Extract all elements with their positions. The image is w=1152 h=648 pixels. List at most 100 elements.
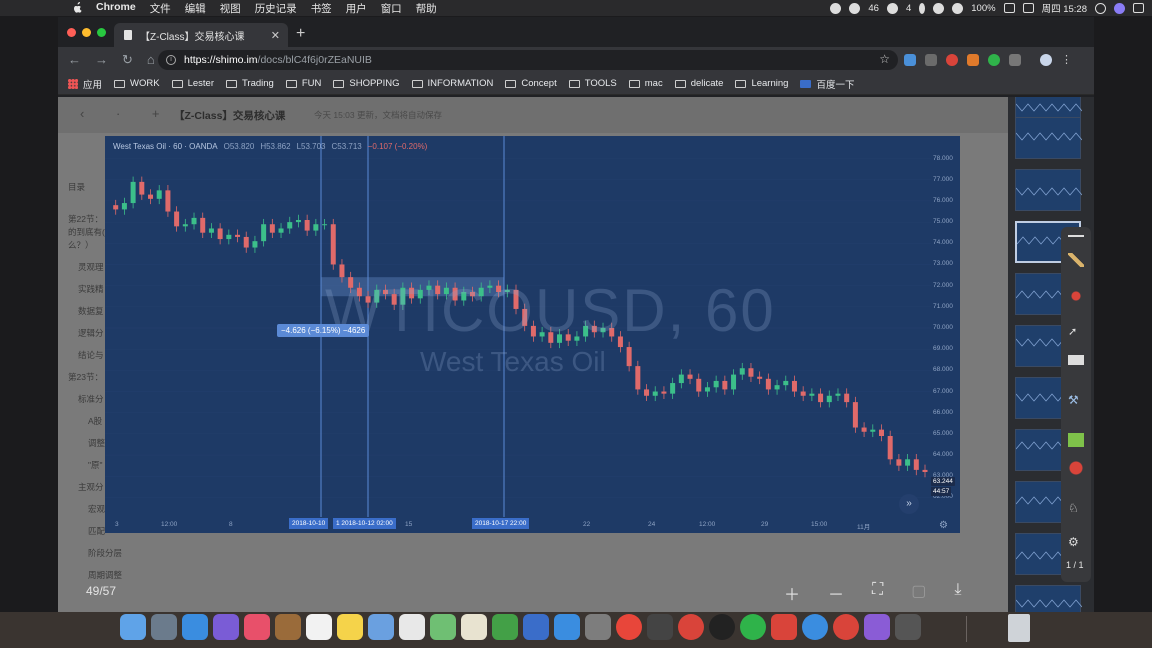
menu-window[interactable]: 窗口 [381,1,402,16]
close-window-button[interactable] [67,28,76,37]
trash-icon[interactable] [1008,614,1030,642]
price-chart[interactable]: WTICOUSD, 60 West Texas Oil West Texas O… [105,136,960,533]
chart-symbol[interactable]: West Texas Oil · 60 · OANDA [113,142,218,151]
bookmark-shopping[interactable]: SHOPPING [333,78,400,89]
netease-music-icon[interactable] [833,614,859,640]
menu-file[interactable]: 文件 [150,1,171,16]
slide-thumbnail[interactable] [1015,169,1082,211]
app-store-icon[interactable] [554,614,580,640]
outline-item[interactable]: 调整 [88,437,105,449]
forward-icon[interactable]: → [95,52,108,68]
notebook-icon[interactable] [306,614,332,640]
messages-icon[interactable] [399,614,425,640]
collapse-icon[interactable] [1068,235,1084,237]
extension-office-icon[interactable] [967,54,979,66]
spotlight-icon[interactable] [1095,2,1106,14]
battery-icon[interactable] [1003,3,1015,13]
wifi-icon[interactable] [933,2,945,14]
notification-center-icon[interactable] [1133,3,1144,13]
keynote-icon[interactable] [523,614,549,640]
outline-item[interactable]: 么？） [68,239,94,251]
status-icon[interactable] [849,2,861,14]
extension-translate-icon[interactable] [904,54,916,66]
menu-dots-icon[interactable]: ⋮ [1061,54,1072,66]
bookmark-lester[interactable]: Lester [171,78,214,89]
infuse-icon[interactable] [864,614,890,640]
hammer-icon[interactable]: ⚒ [1068,393,1084,407]
qq-icon[interactable] [709,614,735,640]
settings-icon[interactable]: ⚙ [1068,535,1084,549]
red-app-icon[interactable] [678,614,704,640]
slide-thumbnail[interactable] [1015,585,1082,612]
record-icon[interactable] [830,2,842,14]
reload-icon[interactable]: ↻ [122,52,133,68]
numbers-icon[interactable] [492,614,518,640]
quill-icon[interactable] [647,614,673,640]
outline-item[interactable]: 主观分 [78,481,104,493]
menu-people[interactable]: 用户 [346,1,367,16]
address-bar[interactable]: i https://shimo.im/docs/blC4f6j0rZEaNUIB… [158,50,898,70]
fit-screen-icon[interactable]: ⛶ [872,581,883,605]
bookmark-delicate[interactable]: delicate [674,78,723,89]
finder-icon[interactable] [120,614,146,640]
notification-count[interactable]: 46 [868,3,879,14]
fill-color-icon[interactable] [1068,433,1084,447]
scroll-to-realtime-button[interactable]: » [899,494,919,514]
zoom-in-icon[interactable]: ＋ [784,581,800,605]
back-icon[interactable]: ← [68,52,81,68]
settings-gear-icon[interactable]: ⚙ [939,520,948,531]
zoom-window-button[interactable] [97,28,106,37]
battery-percent[interactable]: 100% [971,3,995,14]
site-info-icon[interactable]: i [166,55,176,65]
download-icon[interactable]: ⤓ [954,581,961,605]
outline-item[interactable]: 阶段分层 [88,547,122,559]
outline-item[interactable]: A股 [88,415,102,427]
record-icon[interactable] [1068,461,1084,475]
bookmark-learning[interactable]: Learning [735,78,788,89]
close-tab-icon[interactable]: ✕ [271,29,280,42]
menu-history[interactable]: 历史记录 [255,1,297,16]
profile-avatar[interactable] [1040,54,1052,66]
siri-icon[interactable] [1114,2,1125,14]
screen-capture-icon[interactable] [895,614,921,640]
notification-count-2[interactable]: 4 [906,3,911,14]
bookmark-baidu[interactable]: 百度一下 [800,77,854,91]
new-tab-button[interactable]: + [296,25,305,43]
outline-item[interactable]: 周期调整 [88,569,122,581]
mail-airplane-icon[interactable] [802,614,828,640]
siri-icon[interactable] [244,614,270,640]
calendar-icon[interactable] [337,614,363,640]
home-icon[interactable]: ⌂ [147,52,155,68]
menu-bookmarks[interactable]: 书签 [311,1,332,16]
menu-view[interactable]: 视图 [220,1,241,16]
outline-item[interactable]: 的到底有( [68,226,105,238]
extension-z-icon[interactable] [925,54,937,66]
evernote-icon[interactable] [740,614,766,640]
color-picker-icon[interactable] [1068,289,1084,303]
bookmark-fun[interactable]: FUN [285,78,321,89]
extension-red-icon[interactable] [946,54,958,66]
mail-icon[interactable] [213,614,239,640]
system-preferences-icon[interactable] [585,614,611,640]
tab-active[interactable]: 【Z-Class】交易核心课 ✕ [114,23,288,47]
input-method-icon[interactable] [1022,3,1034,13]
bookmark-tools[interactable]: TOOLS [568,78,617,89]
maps-icon[interactable] [461,614,487,640]
bookmark-apps[interactable]: 应用 [68,77,102,91]
doc-nav-icons[interactable]: ‹ · + [80,106,173,121]
bookmark-concept[interactable]: Concept [505,78,557,89]
fullscreen-icon[interactable]: ▢ [911,581,926,605]
stamp-icon[interactable]: ♘ [1068,501,1084,515]
outline-item[interactable]: 标准分 [78,393,104,405]
outline-item[interactable]: 灵观理 [78,261,104,273]
music-icon[interactable] [275,614,301,640]
outline-item[interactable]: 匹配 [88,525,105,537]
bluetooth-icon[interactable] [919,2,926,14]
y-axis[interactable]: 78.000 77.000 76.000 75.000 74.000 73.000 72.0… [931,136,960,533]
xmind-icon[interactable] [771,614,797,640]
extension-evernote-icon[interactable] [988,54,1000,66]
safari-icon[interactable] [182,614,208,640]
outline-item[interactable]: 第23节： [68,371,103,383]
pointer-icon[interactable]: ➚ [1068,325,1084,339]
menu-app-name[interactable]: Chrome [96,1,136,16]
